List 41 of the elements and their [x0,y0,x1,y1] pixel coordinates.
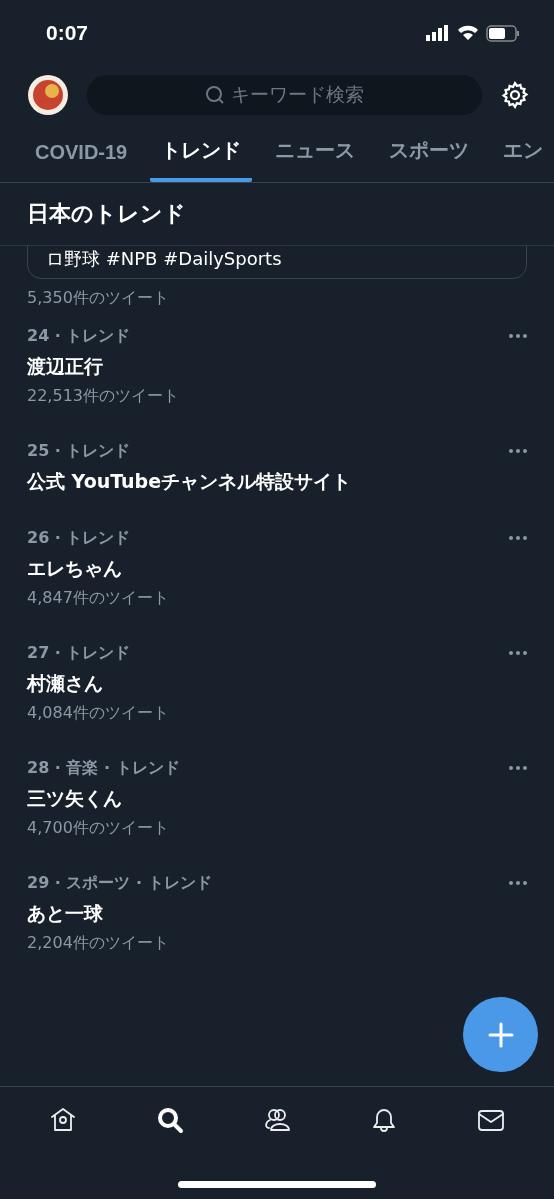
avatar[interactable] [27,74,69,116]
trend-title[interactable]: 公式 YouTubeチャンネル特設サイト [27,469,352,493]
trend-title[interactable]: エレちゃん [27,556,169,580]
trend-meta: 28 · 音楽 · トレンド [27,758,180,778]
tweet-count: 4,847件のツイート [27,588,169,608]
trend-card[interactable]: ロ野球 #NPB #DailySports [27,246,527,279]
search-icon [155,1105,186,1135]
trend-meta: 29 · スポーツ · トレンド [27,873,212,893]
more-icon[interactable] [508,650,528,656]
tab[interactable]: エン [492,137,554,182]
trend-meta: 27 · トレンド [27,643,132,663]
section-title: 日本のトレンド [27,200,186,228]
trend-title[interactable]: 三ツ矢くん [27,786,180,810]
search-icon [205,85,225,105]
tab[interactable]: ニュース [264,137,367,182]
tweet-count: 4,084件のツイート [27,703,169,723]
more-icon[interactable] [508,448,528,454]
status-time: 0:07 [46,21,89,45]
battery-icon [486,24,520,42]
tweet-count: 22,513件のツイート [27,386,179,406]
tweet-count: 2,204件のツイート [27,933,170,953]
search-field[interactable]: キーワード検索 [87,75,482,115]
trend-title[interactable]: 村瀬さん [27,671,169,695]
more-icon[interactable] [508,535,528,541]
more-icon[interactable] [508,333,528,339]
more-icon[interactable] [508,765,528,771]
tab[interactable]: トレンド [150,137,253,182]
tweet-count: 4,700件のツイート [27,818,170,838]
tab[interactable]: COVID-19 [24,141,139,182]
signal-icon [426,25,450,41]
trend-meta: 26 · トレンド [27,528,132,548]
trend-meta: 24 · トレンド [27,326,132,346]
tab[interactable]: スポーツ [378,137,481,182]
tweet-count: 5,350件のツイート [27,288,169,307]
wifi-icon [457,25,479,41]
more-icon[interactable] [508,880,528,886]
plus-icon [487,1021,514,1048]
settings-icon[interactable] [500,80,530,110]
trend-title[interactable]: 渡辺正行 [27,354,179,378]
trend-title[interactable]: あと一球 [27,901,212,925]
trend-meta: 25 · トレンド [27,441,132,461]
